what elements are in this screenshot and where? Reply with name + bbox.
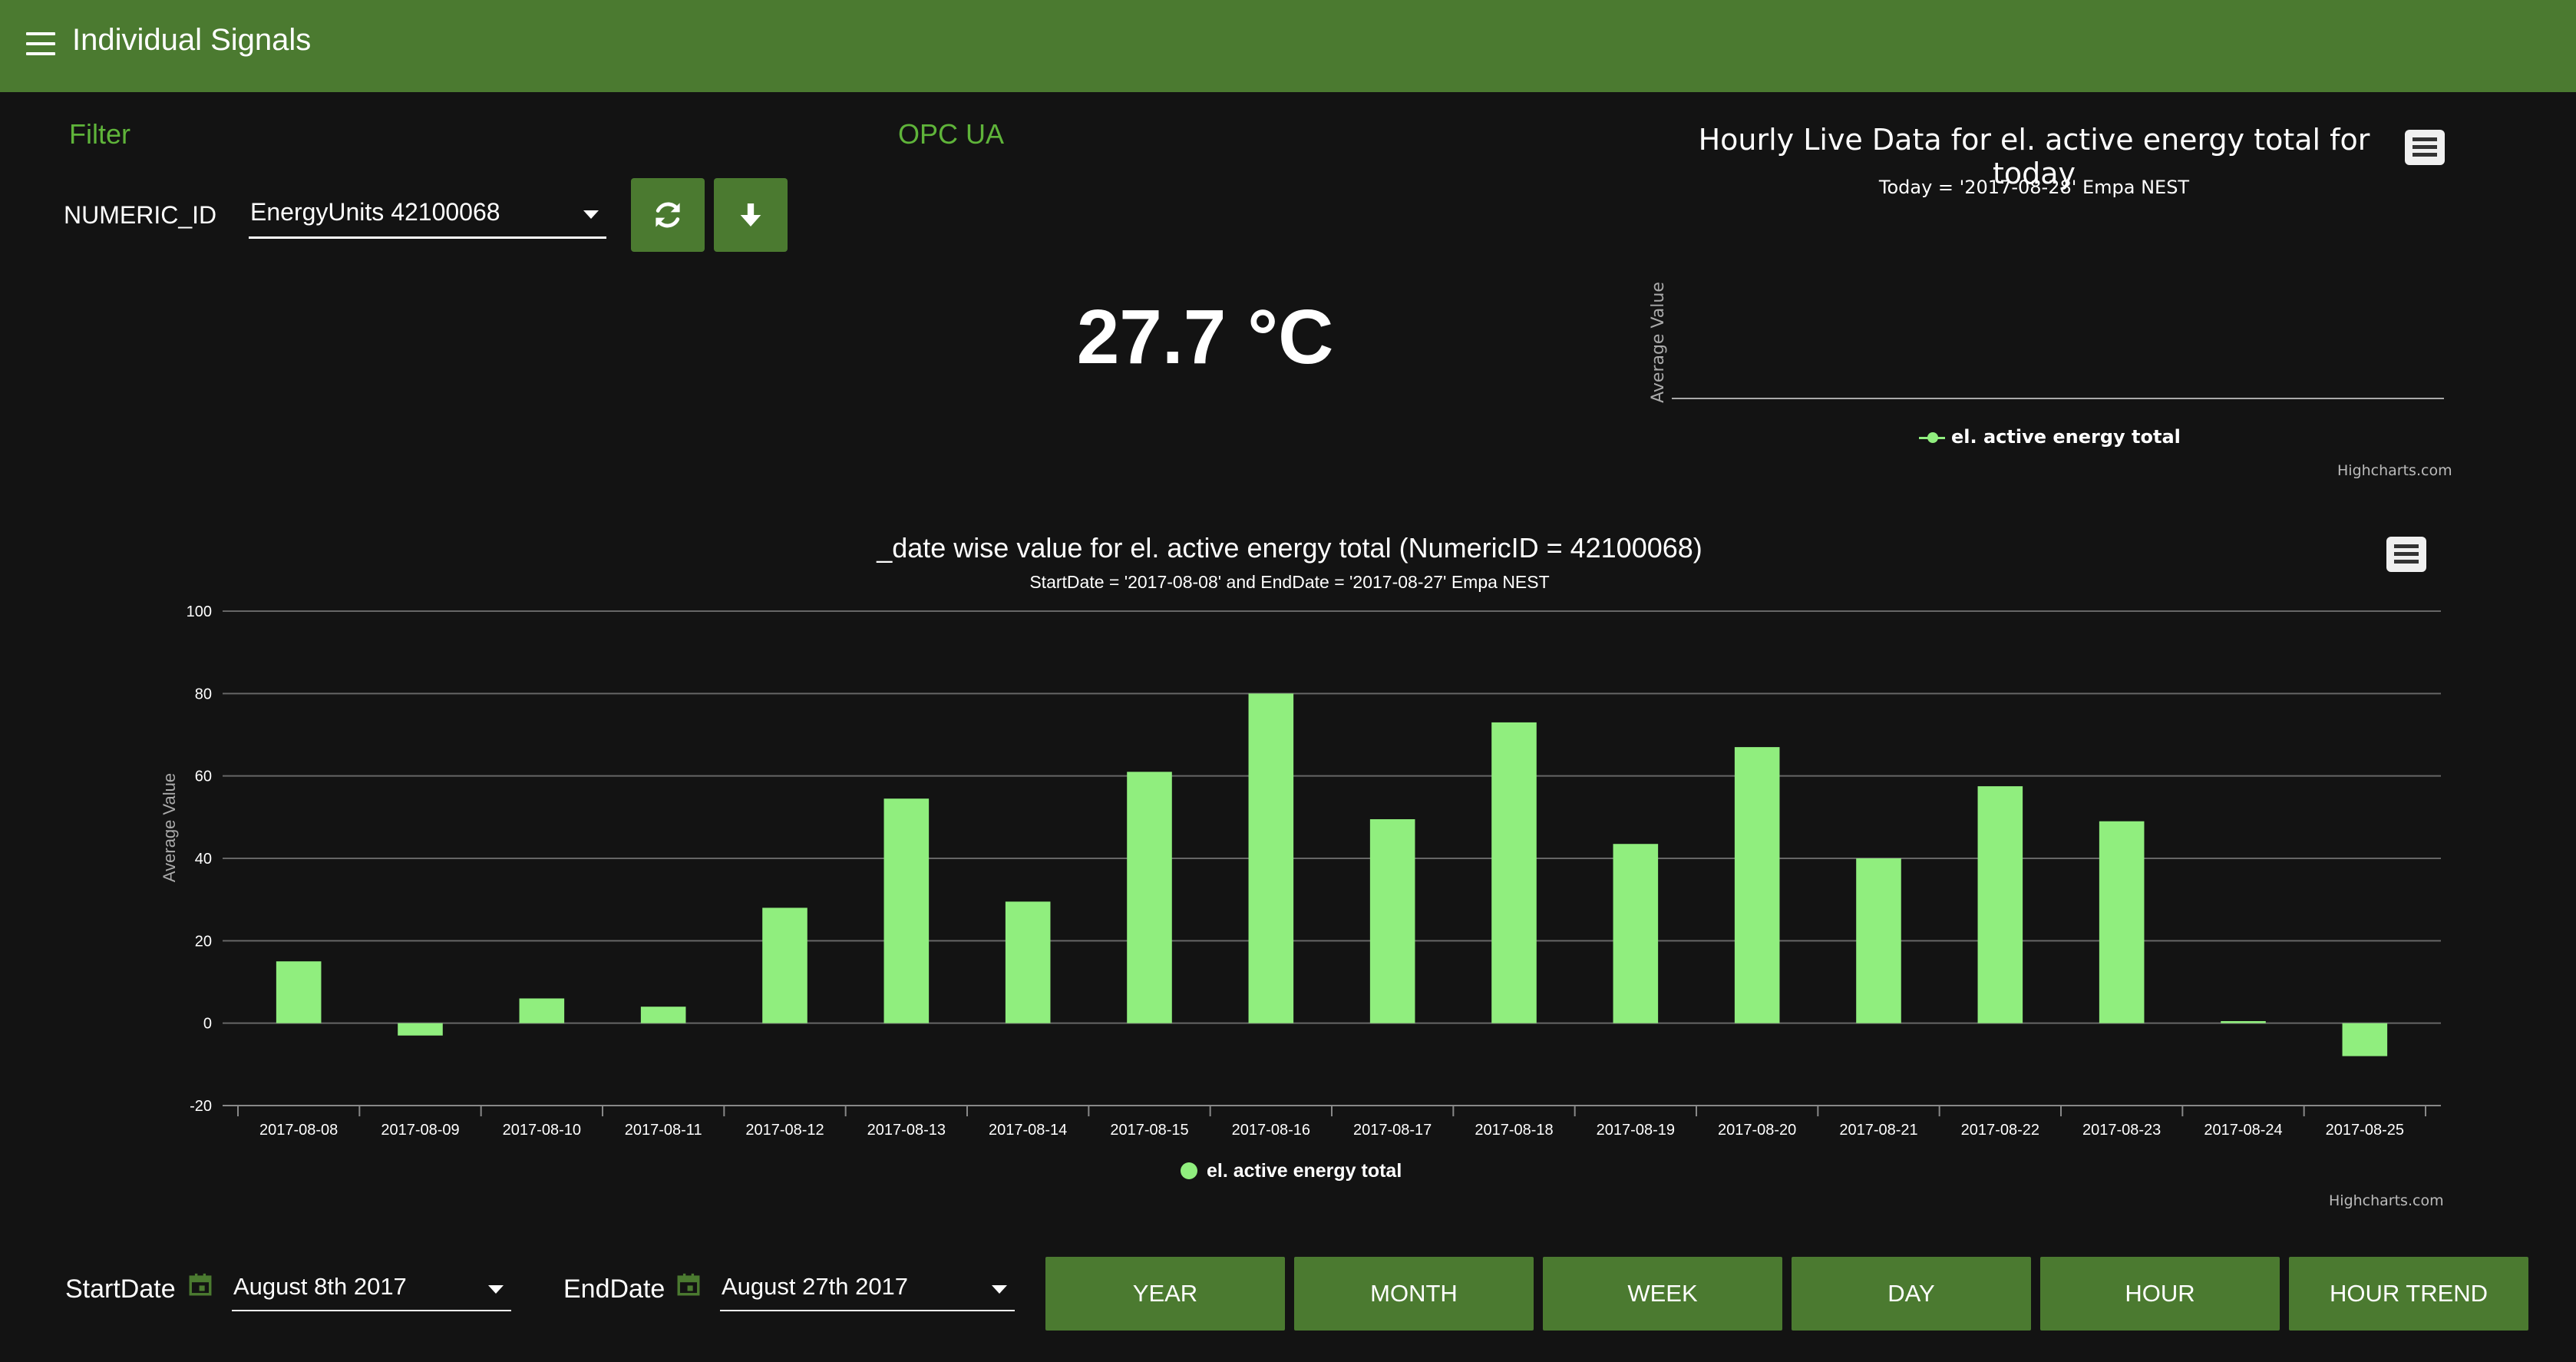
x-tick-label: 2017-08-20 [1718,1122,1796,1139]
bar [2342,1023,2388,1056]
bar [1248,693,1294,1023]
y-tick-label: 0 [203,1016,212,1033]
hourly-chart-x-axis [1672,398,2444,399]
bar [640,1007,686,1023]
x-tick-label: 2017-08-18 [1475,1122,1553,1139]
bar [1369,819,1415,1023]
bar [276,961,322,1023]
bar [1127,772,1172,1023]
bar [519,998,565,1023]
week-button[interactable]: WEEK [1543,1257,1782,1331]
x-tick-label: 2017-08-16 [1232,1122,1310,1139]
chevron-down-icon [488,1285,504,1294]
hour-button[interactable]: HOUR [2040,1257,2280,1331]
hourly-chart-legend-label: el. active energy total [1951,426,2181,448]
calendar-icon[interactable] [187,1271,213,1298]
refresh-icon [656,202,680,228]
end-date-label: EndDate [563,1274,665,1304]
x-tick-label: 2017-08-12 [745,1122,824,1139]
main-chart: Average Value -20 0 20 40 60 80 100 2017-08-08 20… [160,603,2441,1139]
y-axis-label: Average Value [160,773,179,882]
y-tick-label: 80 [195,686,212,702]
x-tick-label: 2017-08-21 [1839,1122,1917,1139]
start-date-value: August 8th 2017 [233,1273,407,1300]
hourly-chart-menu-button[interactable] [2405,130,2445,165]
menu-icon[interactable] [26,32,55,55]
bar [1005,901,1051,1023]
opc-ua-heading: OPC UA [898,118,1005,150]
y-tick-label: 40 [195,851,212,868]
refresh-button[interactable] [631,178,705,252]
start-date-label: StartDate [65,1274,176,1304]
legend-marker-icon [1919,431,1945,443]
x-tick-label: 2017-08-17 [1353,1122,1432,1139]
opc-ua-value: 27.7 °C [1076,294,1334,380]
hourly-chart-credits[interactable]: Highcharts.com [2337,462,2452,479]
x-tick-label: 2017-08-13 [867,1122,946,1139]
y-tick-label: 60 [195,769,212,785]
x-tick-label: 2017-08-25 [2326,1122,2404,1139]
filter-heading: Filter [69,118,130,150]
x-tick-label: 2017-08-22 [1961,1122,2039,1139]
bar [1734,747,1780,1023]
arrow-down-icon [740,203,761,226]
bar [1977,786,2023,1023]
start-date-picker[interactable]: August 8th 2017 [232,1267,511,1311]
bar [1613,844,1659,1023]
y-tick-label: 20 [195,933,212,950]
end-date-value: August 27th 2017 [722,1273,909,1300]
month-button[interactable]: MONTH [1294,1257,1534,1331]
y-tick-label: 100 [187,603,212,620]
end-date-picker[interactable]: August 27th 2017 [720,1267,1015,1311]
chevron-down-icon [583,210,599,219]
year-button[interactable]: YEAR [1045,1257,1285,1331]
x-tick-label: 2017-08-11 [625,1122,702,1139]
x-tick-label: 2017-08-15 [1110,1122,1188,1139]
x-tick-label: 2017-08-14 [989,1122,1067,1139]
app-bar: Individual Signals [0,0,2576,92]
bar [2221,1020,2266,1023]
main-chart-menu-button[interactable] [2386,537,2426,572]
hourly-chart-subtitle: Today = '2017-08-28' Empa NEST [1878,177,2190,198]
numeric-id-select[interactable]: EnergyUnits 42100068 [249,192,606,239]
main-chart-legend-label: el. active energy total [1207,1160,1402,1182]
main-chart-credits[interactable]: Highcharts.com [2329,1192,2444,1209]
numeric-id-value: EnergyUnits 42100068 [250,198,500,226]
chevron-down-icon [992,1285,1007,1294]
day-button[interactable]: DAY [1792,1257,2031,1331]
bar [1856,858,1901,1023]
bar [883,798,930,1023]
bar [398,1023,443,1036]
bar [2099,821,2145,1023]
x-tick-label: 2017-08-10 [503,1122,581,1139]
x-tick-label: 2017-08-08 [259,1122,338,1139]
page-title: Individual Signals [72,23,312,57]
y-tick-label: -20 [190,1098,212,1115]
x-tick-label: 2017-08-19 [1597,1122,1675,1139]
hour-trend-button[interactable]: HOUR TREND [2289,1257,2528,1331]
x-tick-label: 2017-08-24 [2204,1122,2282,1139]
calendar-icon[interactable] [675,1271,702,1298]
bar [762,907,807,1023]
legend-marker-icon [1181,1162,1197,1179]
numeric-id-label: NUMERIC_ID [64,201,217,229]
x-tick-label: 2017-08-23 [2082,1122,2161,1139]
hourly-chart-legend[interactable]: el. active energy total [1919,426,2181,448]
bar [1491,722,1537,1023]
main-chart-title: _date wise value for el. active energy t… [877,532,1702,564]
x-tick-label: 2017-08-09 [381,1122,459,1139]
hourly-chart-y-axis-label: Average Value [1649,282,1668,403]
download-button[interactable] [714,178,788,252]
main-chart-legend[interactable]: el. active energy total [1181,1160,1402,1182]
main-chart-subtitle: StartDate = '2017-08-08' and EndDate = '… [1029,572,1550,592]
